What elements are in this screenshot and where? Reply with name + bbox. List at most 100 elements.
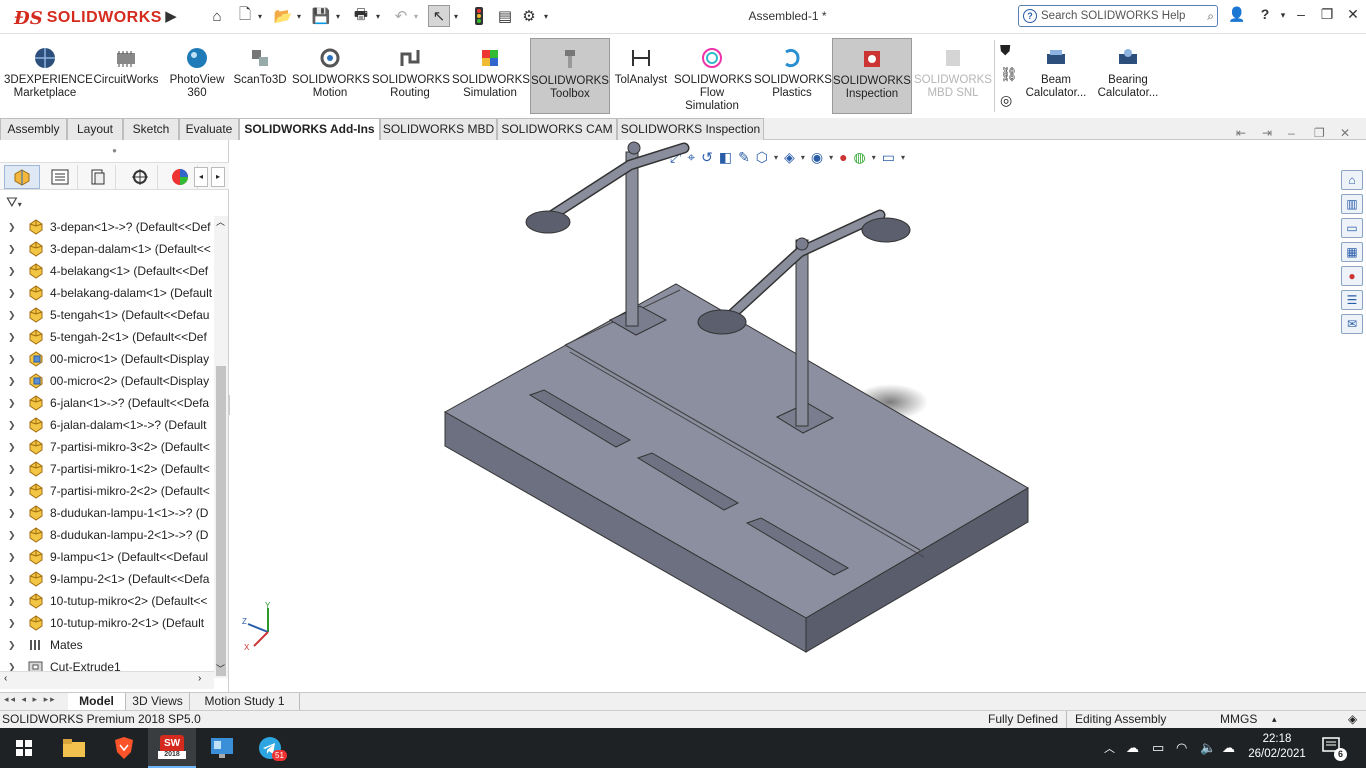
options-dropdown-icon[interactable]: ▾ <box>544 12 548 21</box>
minimize-window-icon[interactable]: – <box>1290 6 1312 26</box>
battery-icon[interactable]: ▭ <box>1152 740 1164 756</box>
telegram-icon[interactable]: 51 <box>246 728 294 768</box>
scrollbar-thumb[interactable] <box>216 366 226 676</box>
tab-motion-study-1[interactable]: Motion Study 1 <box>190 693 300 711</box>
expand-chevron-icon[interactable]: ❯ <box>8 370 16 392</box>
tree-item[interactable]: ❯ 6-jalan<1>->? (Default<<Defa <box>0 392 214 414</box>
filter-icon[interactable]: ⛛▾ <box>6 194 34 214</box>
tree-item[interactable]: ❯ 4-belakang-dalam<1> (Default <box>0 282 214 304</box>
tree-item[interactable]: ❯ 7-partisi-mikro-2<2> (Default< <box>0 480 214 502</box>
expand-chevron-icon[interactable]: ❯ <box>8 326 16 348</box>
dimxpert-tab-icon[interactable] <box>122 165 158 189</box>
expand-chevron-icon[interactable]: ❯ <box>8 282 16 304</box>
tabs-scroll-left-icon[interactable]: ◂ <box>194 167 208 187</box>
expand-chevron-icon[interactable]: ❯ <box>8 216 16 238</box>
new-dropdown-icon[interactable]: ▾ <box>258 12 262 21</box>
tab-3d-views[interactable]: 3D Views <box>126 693 190 711</box>
file-properties-icon[interactable]: ▤ <box>494 5 516 27</box>
scroll-down-icon[interactable]: ﹀ <box>216 662 225 675</box>
tool-tolanalyst[interactable]: TolAnalyst <box>612 38 670 114</box>
tree-item[interactable]: ❯ 10-tutup-mikro-2<1> (Default <box>0 612 214 634</box>
tree-item[interactable]: ❯ 00-micro<2> (Default<Display <box>0 370 214 392</box>
tree-item[interactable]: ❯ 00-micro<1> (Default<Display <box>0 348 214 370</box>
print-icon[interactable]: 🖶 <box>350 5 372 27</box>
doc-minimize-icon[interactable]: – <box>1288 126 1295 140</box>
expand-chevron-icon[interactable]: ❯ <box>8 524 16 546</box>
tab-layout[interactable]: Layout <box>67 118 123 140</box>
tab-assembly[interactable]: Assembly <box>0 118 67 140</box>
wifi-icon[interactable]: ◠ <box>1176 740 1187 756</box>
select-arrow-icon[interactable]: ↖ <box>428 5 450 27</box>
expand-chevron-icon[interactable]: ❯ <box>8 546 16 568</box>
expand-chevron-icon[interactable]: ❯ <box>8 612 16 634</box>
show-hidden-icons-chevron-icon[interactable]: ︿ <box>1104 740 1115 756</box>
expand-chevron-icon[interactable]: ❯ <box>8 304 16 326</box>
save-icon[interactable]: 💾 <box>310 5 332 27</box>
tree-vertical-scrollbar[interactable]: ︿ ﹀ <box>214 216 228 678</box>
tab-solidworks-add-ins[interactable]: SOLIDWORKS Add-Ins <box>239 118 380 140</box>
doc-restore-icon[interactable]: ❐ <box>1314 126 1325 140</box>
volume-icon[interactable]: 🔈 <box>1200 740 1216 756</box>
doc-close-icon[interactable]: ✕ <box>1340 126 1350 140</box>
tool-bearing-calculator[interactable]: Bearing Calculator... <box>1092 38 1164 114</box>
tree-item[interactable]: ❯ Mates <box>0 634 214 656</box>
weldment-icon[interactable]: ⛊ <box>1000 42 1011 59</box>
tool-beam-calculator[interactable]: Beam Calculator... <box>1022 38 1090 114</box>
tree-item[interactable]: ❯ 8-dudukan-lampu-1<1>->? (D <box>0 502 214 524</box>
file-explorer-taskbar-icon[interactable] <box>50 728 98 768</box>
system-clock[interactable]: 22:18 26/02/2021 <box>1246 732 1308 762</box>
solidworks-taskbar-icon[interactable]: SW 2018 <box>148 728 196 768</box>
spring-icon[interactable]: ◎ <box>1000 92 1012 109</box>
search-icon[interactable]: ⌕ <box>1207 9 1214 24</box>
tab-model[interactable]: Model <box>68 693 126 711</box>
doc-prev-icon[interactable]: ⇤ <box>1236 126 1246 140</box>
cloud-upload-icon[interactable]: ☁ <box>1222 740 1235 756</box>
select-dropdown-icon[interactable]: ▾ <box>454 12 458 21</box>
tool-scanto3d[interactable]: ScanTo3D <box>232 38 288 114</box>
tree-item[interactable]: ❯ 9-lampu-2<1> (Default<<Defa <box>0 568 214 590</box>
tree-item[interactable]: ❯ 8-dudukan-lampu-2<1>->? (D <box>0 524 214 546</box>
tool-circuitworks[interactable]: CircuitWorks <box>90 38 162 114</box>
home-icon[interactable]: ⌂ <box>206 5 228 27</box>
close-window-icon[interactable]: ✕ <box>1342 6 1364 26</box>
tool-solidworks-simulation[interactable]: SOLIDWORKS Simulation <box>452 38 530 114</box>
tabs-scroll-right-icon[interactable]: ▸ <box>211 167 225 187</box>
forum-icon[interactable]: ✉ <box>1341 314 1363 334</box>
scroll-left-icon[interactable]: ‹ <box>4 673 7 684</box>
tool-3dexperience-marketplace[interactable]: 3DEXPERIENCE Marketplace <box>4 38 93 114</box>
scroll-up-icon[interactable]: ︿ <box>216 215 225 228</box>
onedrive-cloud-icon[interactable]: ☁ <box>1126 740 1139 756</box>
expand-chevron-icon[interactable]: ❯ <box>8 634 16 656</box>
units-dropdown-icon[interactable]: ▴ <box>1272 711 1277 728</box>
bottom-tabs-nav-icon[interactable]: ◂◂ ◂ ▸ ▸▸ <box>4 694 57 705</box>
tool-solidworks-motion[interactable]: SOLIDWORKS Motion <box>292 38 370 114</box>
file-explorer-icon[interactable]: ▭ <box>1341 218 1363 238</box>
panel-grip[interactable]: ● <box>0 146 229 158</box>
custom-properties-icon[interactable]: ☰ <box>1341 290 1363 310</box>
tab-solidworks-mbd[interactable]: SOLIDWORKS MBD <box>380 118 497 140</box>
tree-item[interactable]: ❯ 5-tengah<1> (Default<<Defau <box>0 304 214 326</box>
tree-item[interactable]: ❯ 6-jalan-dalam<1>->? (Default <box>0 414 214 436</box>
tool-solidworks-toolbox[interactable]: SOLIDWORKS Toolbox <box>530 38 610 114</box>
windows-start-icon[interactable] <box>0 728 48 768</box>
tree-item[interactable]: ❯ 3-depan-dalam<1> (Default<< <box>0 238 214 260</box>
expand-chevron-icon[interactable]: ❯ <box>8 238 16 260</box>
status-units[interactable]: MMGS <box>1220 711 1257 728</box>
expand-chevron-icon[interactable]: ❯ <box>8 480 16 502</box>
tool-photoview-360[interactable]: PhotoView 360 <box>166 38 228 114</box>
tree-horizontal-scrollbar[interactable]: ‹ › <box>0 671 214 689</box>
tab-solidworks-inspection[interactable]: SOLIDWORKS Inspection <box>617 118 764 140</box>
assembly-model-render[interactable] <box>230 140 1340 692</box>
action-center-icon[interactable]: 6 <box>1322 736 1347 761</box>
open-folder-icon[interactable]: 📂 <box>272 5 294 27</box>
restore-window-icon[interactable]: ❐ <box>1316 6 1338 26</box>
save-dropdown-icon[interactable]: ▾ <box>336 12 340 21</box>
view-palette-icon[interactable]: ▦ <box>1341 242 1363 262</box>
tree-item[interactable]: ❯ 4-belakang<1> (Default<<Def <box>0 260 214 282</box>
configurationmanager-tab-icon[interactable] <box>80 165 116 189</box>
scroll-right-icon[interactable]: › <box>198 673 201 684</box>
options-gear-icon[interactable]: ⚙ <box>518 5 540 27</box>
menu-expand-icon[interactable]: ▶ <box>160 5 182 27</box>
propertymanager-tab-icon[interactable] <box>42 165 78 189</box>
expand-chevron-icon[interactable]: ❯ <box>8 458 16 480</box>
